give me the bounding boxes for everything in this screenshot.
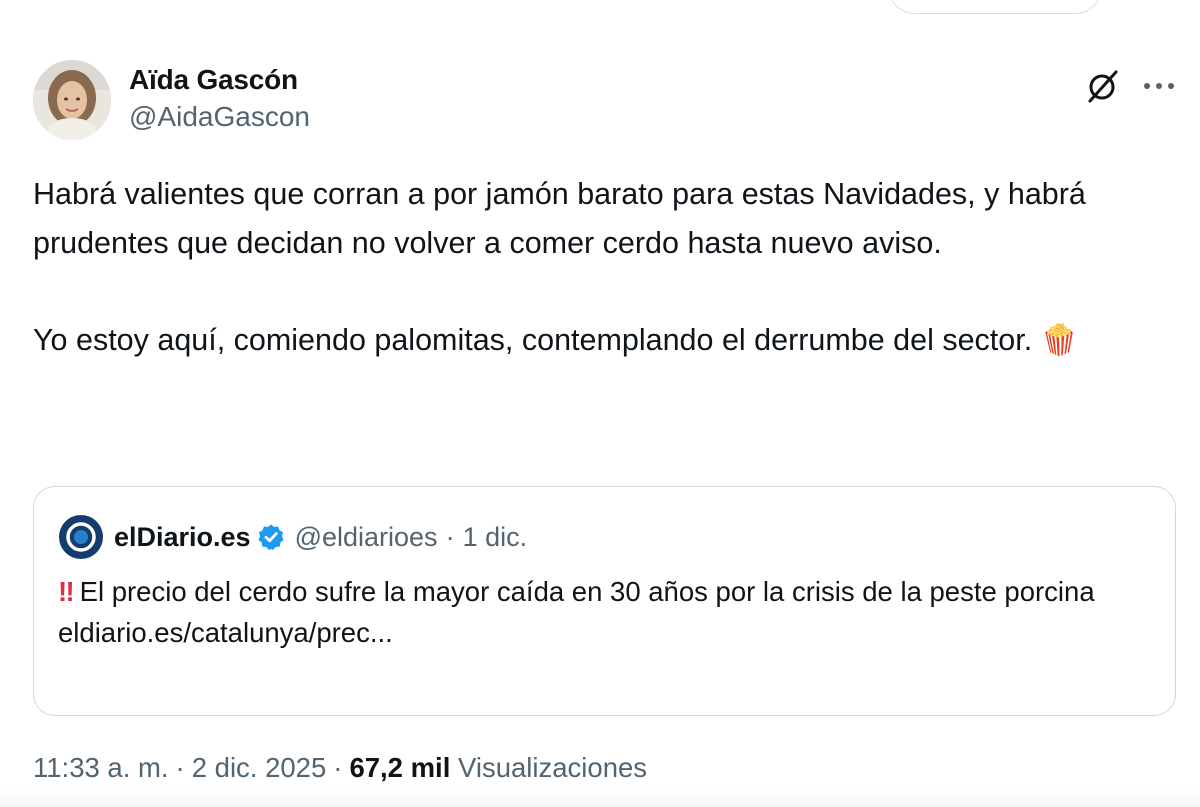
verified-badge-icon [258,524,284,550]
tweet-paragraph-1: Habrá valientes que corran a por jamón b… [33,177,1095,260]
views-label: Visualizaciones [457,752,648,783]
quote-text: ‼ El precio del cerdo sufre la mayor caíd… [58,571,1158,653]
quote-author-name[interactable]: elDiario.es [114,522,251,553]
tweet-paragraph-2: Yo estoy aquí, comiendo palomitas, conte… [33,322,1033,357]
meta-separator: · [333,752,343,783]
avatar[interactable] [33,60,111,140]
top-pill-button[interactable] [888,0,1102,14]
tweet-text: Habrá valientes que corran a por jamón b… [33,170,1173,365]
author-names: Aïda Gascón @AidaGascon [129,62,310,136]
quote-author-handle[interactable]: @eldiarioes [295,522,438,553]
quote-link[interactable]: eldiario.es/catalunya/prec... [58,617,393,648]
popcorn-emoji: 🍿 [1040,323,1079,357]
tweet-date[interactable]: 2 dic. 2025 [192,752,327,783]
views-count: 67,2 mil [349,752,451,783]
grok-button[interactable] [1083,66,1123,106]
quote-separator: · [445,521,455,552]
author-handle[interactable]: @AidaGascon [129,98,310,136]
quote-header: elDiario.es @eldiarioes · 1 dic. [58,515,527,559]
double-exclamation-emoji: ‼ [58,576,75,607]
more-dots-icon [1144,83,1174,89]
tweet-header: Aïda Gascón @AidaGascon [33,60,1183,144]
more-options-button[interactable] [1139,66,1179,106]
grok-slash-icon [1088,70,1118,103]
eldiario-logo-icon[interactable] [58,514,104,560]
tweet-time[interactable]: 11:33 a. m. [33,752,169,783]
bottom-divider [0,790,1200,807]
quote-date[interactable]: 1 dic. [463,522,528,553]
tweet-meta: 11:33 a. m. · 2 dic. 2025 · 67,2 mil Visuali… [33,752,647,784]
quote-headline: El precio del cerdo sufre la mayor caída… [79,576,1095,607]
display-name[interactable]: Aïda Gascón [129,62,310,98]
meta-separator: · [175,752,185,783]
quoted-tweet-card[interactable]: elDiario.es @eldiarioes · 1 dic. ‼ El pre… [33,486,1176,716]
